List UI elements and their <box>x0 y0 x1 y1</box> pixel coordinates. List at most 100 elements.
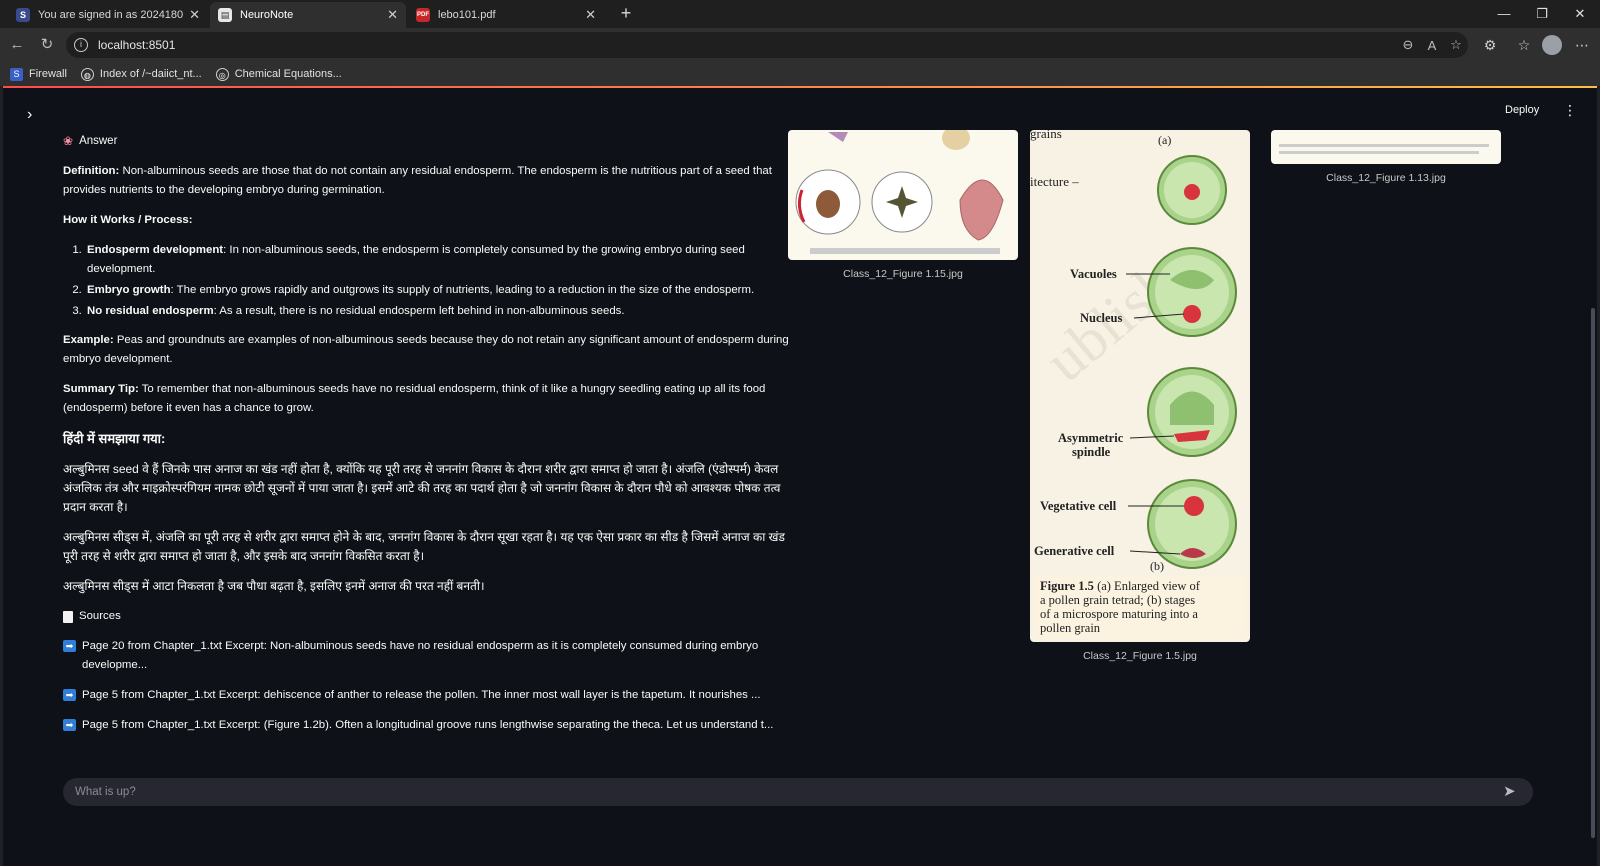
definition-paragraph: Definition: Non-albuminous seeds are tho… <box>63 162 793 200</box>
list-item: Endosperm development: In non-albuminous… <box>85 241 793 279</box>
source-item: ➡ Page 5 from Chapter_1.txt Excerpt: deh… <box>63 686 793 705</box>
step-text: : The embryo grows rapidly and outgrows … <box>170 284 755 296</box>
figure-caption: Class_12_Figure 1.5.jpg <box>1083 650 1197 662</box>
fig-caption-bold: Figure 1.5 <box>1040 579 1094 593</box>
list-item: Embryo growth: The embryo grows rapidly … <box>85 281 793 300</box>
figure-1-15-image <box>788 130 1018 260</box>
scrollbar[interactable] <box>1591 308 1595 838</box>
close-tab-icon[interactable]: ✕ <box>387 7 398 23</box>
example-text: Peas and groundnuts are examples of non-… <box>63 334 789 365</box>
source-text: Page 5 from Chapter_1.txt Excerpt: (Figu… <box>82 719 774 731</box>
fig-asymmetric-label: Asymmetric <box>1058 431 1124 445</box>
fig-generative-label: Generative cell <box>1034 544 1115 558</box>
favorites-icon[interactable]: ☆ <box>1512 34 1536 56</box>
fig-caption-line-1: Figure 1.5 (a) Enlarged view of <box>1040 579 1201 593</box>
arrow-right-icon: ➡ <box>63 640 76 652</box>
process-label: How it Works / Process: <box>63 214 193 226</box>
close-window-button[interactable]: ✕ <box>1562 0 1598 28</box>
brain-icon: ❀ <box>63 134 74 148</box>
document-icon <box>63 610 73 623</box>
hindi-paragraph: अल्बुमिनस seed वे हैं जिनके पास अनाज का … <box>63 462 781 514</box>
figure-caption: Class_12_Figure 1.13.jpg <box>1326 172 1446 184</box>
bookmark-label: Chemical Equations... <box>234 68 342 80</box>
more-menu-icon[interactable]: ⋯ <box>1570 34 1594 56</box>
s-favicon-icon: S <box>16 8 30 22</box>
answer-label: Answer <box>79 135 118 147</box>
fig-architecture-label: itecture – <box>1030 174 1079 189</box>
send-icon[interactable]: ➤ <box>1503 782 1516 800</box>
zoom-icon[interactable]: ⊖ <box>1396 37 1420 53</box>
new-tab-button[interactable]: + <box>614 2 638 26</box>
bookmark-label: Firewall <box>29 68 67 80</box>
chevron-right-icon[interactable]: › <box>27 106 32 124</box>
url-text[interactable]: localhost:8501 <box>98 38 1396 52</box>
globe-icon: ◍ <box>80 67 94 81</box>
bookmark-firewall[interactable]: S Firewall <box>10 67 67 81</box>
tab-title: lebo101.pdf <box>438 9 496 21</box>
site-info-icon[interactable]: i <box>74 38 88 52</box>
tab-signed-in[interactable]: S You are signed in as 202418003 ✕ <box>8 2 208 28</box>
arrow-right-icon: ➡ <box>63 719 76 731</box>
definition-text: Non-albuminous seeds are those that do n… <box>63 165 772 196</box>
list-item: No residual endosperm: As a result, ther… <box>85 302 793 321</box>
step-text: : As a result, there is no residual endo… <box>213 305 625 317</box>
fig-vegetative-label: Vegetative cell <box>1040 499 1117 513</box>
tip-paragraph: Summary Tip: To remember that non-albumi… <box>63 380 793 418</box>
step-title: Endosperm development <box>87 244 224 256</box>
reload-button[interactable]: ↻ <box>36 34 58 56</box>
fig-caption-rest: (a) Enlarged view of <box>1094 579 1201 593</box>
hindi-heading: हिंदी में समझाया गया: <box>63 431 166 446</box>
hindi-paragraph: अल्बुमिनस सीड्स में आटा निकलता है जब पौध… <box>63 579 485 593</box>
chat-input-container: ➤ <box>63 778 1533 806</box>
tab-neuronote[interactable]: ▤ NeuroNote ✕ <box>210 2 406 28</box>
app-main: › Deploy ⋮ ❀ Answer Definition: Non-albu… <box>3 86 1597 866</box>
fig-caption-line-2: a pollen grain tetrad; (b) stages <box>1040 593 1195 607</box>
tab-pdf[interactable]: PDF lebo101.pdf ✕ <box>408 2 604 28</box>
kebab-menu-icon[interactable]: ⋮ <box>1563 102 1577 119</box>
restore-button[interactable]: ❐ <box>1524 0 1560 28</box>
fig-b-label: (b) <box>1150 559 1164 573</box>
extensions-icon[interactable]: ⚙ <box>1478 34 1502 56</box>
bookmark-label: Index of /~daiict_nt... <box>99 68 202 80</box>
profile-avatar[interactable] <box>1542 35 1562 55</box>
fig-nucleus-label: Nucleus <box>1080 311 1123 325</box>
bookmark-chemical[interactable]: ◎ Chemical Equations... <box>215 67 342 81</box>
deploy-button[interactable]: Deploy <box>1505 104 1539 116</box>
omnibox[interactable]: i localhost:8501 ⊖ A ☆ <box>66 32 1468 58</box>
bookmark-index[interactable]: ◍ Index of /~daiict_nt... <box>80 67 202 81</box>
definition-label: Definition: <box>63 165 120 177</box>
sources-label: Sources <box>79 610 121 622</box>
pdf-favicon-icon: PDF <box>416 8 430 22</box>
sources-header: Sources <box>63 607 793 626</box>
fig-spindle-label: spindle <box>1072 445 1111 459</box>
minimize-button[interactable]: — <box>1486 0 1522 28</box>
figure-caption: Class_12_Figure 1.15.jpg <box>843 268 963 280</box>
fig-caption-line-3: of a microspore maturing into a <box>1040 607 1198 621</box>
example-label: Example: <box>63 334 114 346</box>
close-tab-icon[interactable]: ✕ <box>189 7 200 23</box>
close-tab-icon[interactable]: ✕ <box>585 7 596 23</box>
tip-label: Summary Tip: <box>63 383 139 395</box>
chat-input[interactable] <box>75 783 1475 801</box>
firewall-s-icon: S <box>10 67 23 81</box>
hindi-paragraph: अल्बुमिनस सीड्स में, अंजलि का पूरी तरह स… <box>63 530 785 563</box>
read-aloud-icon[interactable]: A <box>1420 38 1444 53</box>
source-text: Page 5 from Chapter_1.txt Excerpt: dehis… <box>82 689 761 701</box>
source-item: ➡ Page 20 from Chapter_1.txt Excerpt: No… <box>63 637 793 675</box>
figure-1-13-image <box>1271 130 1501 164</box>
process-steps: Endosperm development: In non-albuminous… <box>85 241 793 321</box>
answer-header: ❀ Answer <box>63 132 793 151</box>
fig-grains-label: grains <box>1030 130 1062 141</box>
favorite-star-icon[interactable]: ☆ <box>1444 37 1468 53</box>
step-title: No residual endosperm <box>87 305 214 317</box>
tab-bar: S You are signed in as 202418003 ✕ ▤ Neu… <box>0 0 1600 28</box>
source-item: ➡ Page 5 from Chapter_1.txt Excerpt: (Fi… <box>63 716 793 735</box>
tab-title: You are signed in as 202418003 <box>38 9 184 21</box>
fig-vacuoles-label: Vacuoles <box>1070 267 1117 281</box>
step-title: Embryo growth <box>87 284 171 296</box>
circle-icon: ◎ <box>215 67 229 81</box>
tab-title: NeuroNote <box>240 9 294 21</box>
back-button[interactable]: ← <box>6 34 28 56</box>
answer-content: ❀ Answer Definition: Non-albuminous seed… <box>63 132 793 746</box>
arrow-right-icon: ➡ <box>63 689 76 701</box>
